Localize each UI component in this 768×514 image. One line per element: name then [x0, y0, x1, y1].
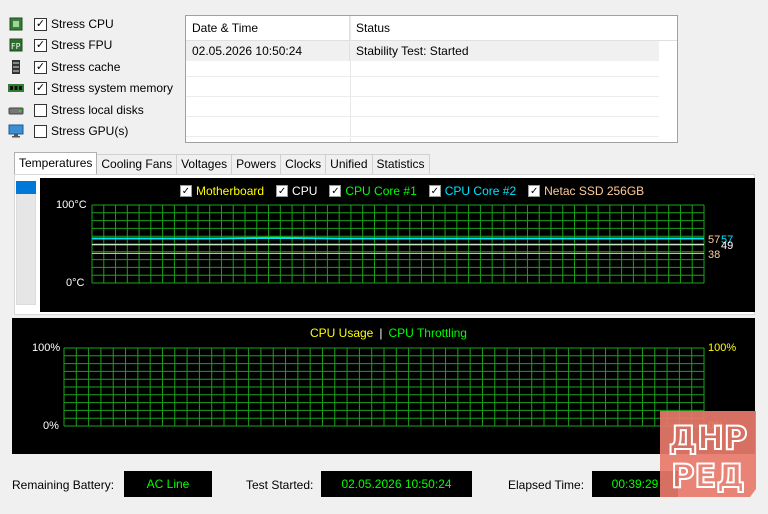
memory-module-icon — [8, 81, 24, 95]
sensor-list-scrollbar[interactable] — [16, 181, 36, 305]
watermark-logo: ДНР РЕД — [658, 411, 758, 497]
legend-cpu-label: CPU — [292, 184, 318, 198]
cpu-y-max-left-label: 100% — [32, 342, 61, 354]
legend-cpu-core-2-checkbox[interactable]: ✓ — [428, 185, 441, 197]
legend-cpu-core-2-label: CPU Core #2 — [444, 184, 517, 198]
temperature-legend: ✓ Motherboard ✓ CPU ✓ CPU Core #1 ✓ CPU … — [180, 184, 656, 198]
monitor-icon — [8, 124, 24, 138]
column-header-status[interactable]: Status — [350, 16, 659, 41]
tab-powers[interactable]: Powers — [231, 154, 282, 174]
temp-value-label-a: 57 — [708, 234, 721, 246]
stress-cpu-checkbox[interactable]: ✓ — [34, 17, 47, 31]
stress-disks-checkbox[interactable] — [34, 103, 47, 117]
legend-cpu[interactable]: ✓ CPU — [276, 184, 317, 198]
cpu-chip-icon — [8, 17, 24, 31]
fpu-chip-icon: FP — [8, 38, 24, 52]
stress-memory-label: Stress system memory — [51, 81, 174, 95]
temp-y-min-label: 0°C — [66, 277, 85, 289]
tab-bar: Temperatures Cooling Fans Voltages Power… — [14, 152, 430, 174]
stress-cache-checkbox[interactable]: ✓ — [34, 60, 47, 74]
legend-cpu-throttling-label: CPU Throttling — [388, 326, 467, 340]
legend-separator: | — [379, 326, 383, 340]
legend-motherboard[interactable]: ✓ Motherboard — [180, 184, 264, 198]
stress-gpu-label: Stress GPU(s) — [51, 124, 129, 138]
elapsed-time-label: Elapsed Time: — [508, 478, 585, 492]
test-started-label: Test Started: — [246, 478, 314, 492]
legend-motherboard-checkbox[interactable]: ✓ — [180, 185, 192, 197]
temp-value-label-c: 49 — [721, 240, 734, 252]
cache-icon — [8, 60, 24, 74]
tab-cooling-fans[interactable]: Cooling Fans — [96, 154, 178, 174]
legend-netac-ssd[interactable]: ✓ Netac SSD 256GB — [528, 184, 644, 198]
column-header-datetime[interactable]: Date & Time — [186, 16, 350, 41]
temperature-chart: 100°C 0°C 57 57 49 38 ✓ Motherboard ✓ CP… — [40, 178, 755, 312]
legend-motherboard-label: Motherboard — [196, 184, 265, 198]
stress-cpu-option[interactable]: ✓ Stress CPU — [8, 14, 114, 34]
legend-cpu-core-2[interactable]: ✓ CPU Core #2 — [428, 184, 517, 198]
log-status-cell: Stability Test: Started — [356, 44, 469, 58]
temp-value-label-d: 38 — [708, 249, 721, 261]
temperature-chart-svg — [91, 204, 705, 284]
tab-statistics[interactable]: Statistics — [371, 154, 430, 174]
legend-cpu-usage-label: CPU Usage — [310, 326, 374, 340]
legend-cpu-core-1-label: CPU Core #1 — [345, 184, 417, 198]
log-header: Date & Time Status — [186, 16, 677, 41]
svg-text:FP: FP — [11, 42, 21, 51]
legend-cpu-core-1[interactable]: ✓ CPU Core #1 — [329, 184, 417, 198]
tab-clocks[interactable]: Clocks — [280, 154, 327, 174]
table-row[interactable]: 02.05.2026 10:50:24 Stability Test: Star… — [186, 41, 659, 61]
remaining-battery-value: AC Line — [124, 471, 212, 497]
stress-cpu-label: Stress CPU — [51, 17, 114, 31]
test-started-value: 02.05.2026 10:50:24 — [321, 471, 472, 497]
watermark-line-2: РЕД — [671, 457, 745, 495]
stress-gpu-checkbox[interactable] — [34, 124, 47, 138]
legend-cpu-core-1-checkbox[interactable]: ✓ — [329, 185, 342, 197]
stress-gpu-option[interactable]: Stress GPU(s) — [8, 121, 128, 141]
stress-memory-checkbox[interactable]: ✓ — [34, 81, 47, 95]
legend-netac-ssd-label: Netac SSD 256GB — [544, 184, 645, 198]
cpu-usage-chart: CPU Usage | CPU Throttling 100% 0% 100% … — [12, 318, 755, 454]
cpu-usage-grid — [63, 347, 705, 427]
stress-memory-option[interactable]: ✓ Stress system memory — [8, 78, 173, 98]
tab-voltages[interactable]: Voltages — [176, 154, 233, 174]
legend-netac-ssd-checkbox[interactable]: ✓ — [528, 185, 541, 197]
cpu-y-min-left-label: 0% — [43, 420, 59, 432]
cpu-usage-legend: CPU Usage | CPU Throttling — [310, 326, 467, 340]
stress-cache-option[interactable]: ✓ Stress cache — [8, 57, 120, 77]
stress-cache-label: Stress cache — [51, 60, 121, 74]
sensor-list-selected-item[interactable] — [16, 181, 36, 194]
temp-y-max-label: 100°C — [56, 199, 87, 211]
tab-unified[interactable]: Unified — [325, 154, 373, 174]
tab-temperatures[interactable]: Temperatures — [14, 152, 98, 174]
legend-cpu-checkbox[interactable]: ✓ — [276, 185, 289, 197]
stress-fpu-label: Stress FPU — [51, 38, 113, 52]
stress-disks-option[interactable]: Stress local disks — [8, 100, 144, 120]
test-log-table[interactable]: Date & Time Status 02.05.2026 10:50:24 S… — [185, 15, 678, 143]
stress-fpu-option[interactable]: FP ✓ Stress FPU — [8, 35, 112, 55]
temperature-grid — [91, 204, 705, 284]
stress-disks-label: Stress local disks — [51, 103, 144, 117]
watermark-line-1: ДНР — [669, 419, 748, 457]
cpu-y-max-right-label: 100% — [708, 342, 737, 354]
disk-drive-icon — [8, 103, 24, 117]
log-datetime-cell: 02.05.2026 10:50:24 — [186, 41, 350, 61]
stress-fpu-checkbox[interactable]: ✓ — [34, 38, 47, 52]
remaining-battery-label: Remaining Battery: — [12, 478, 115, 492]
